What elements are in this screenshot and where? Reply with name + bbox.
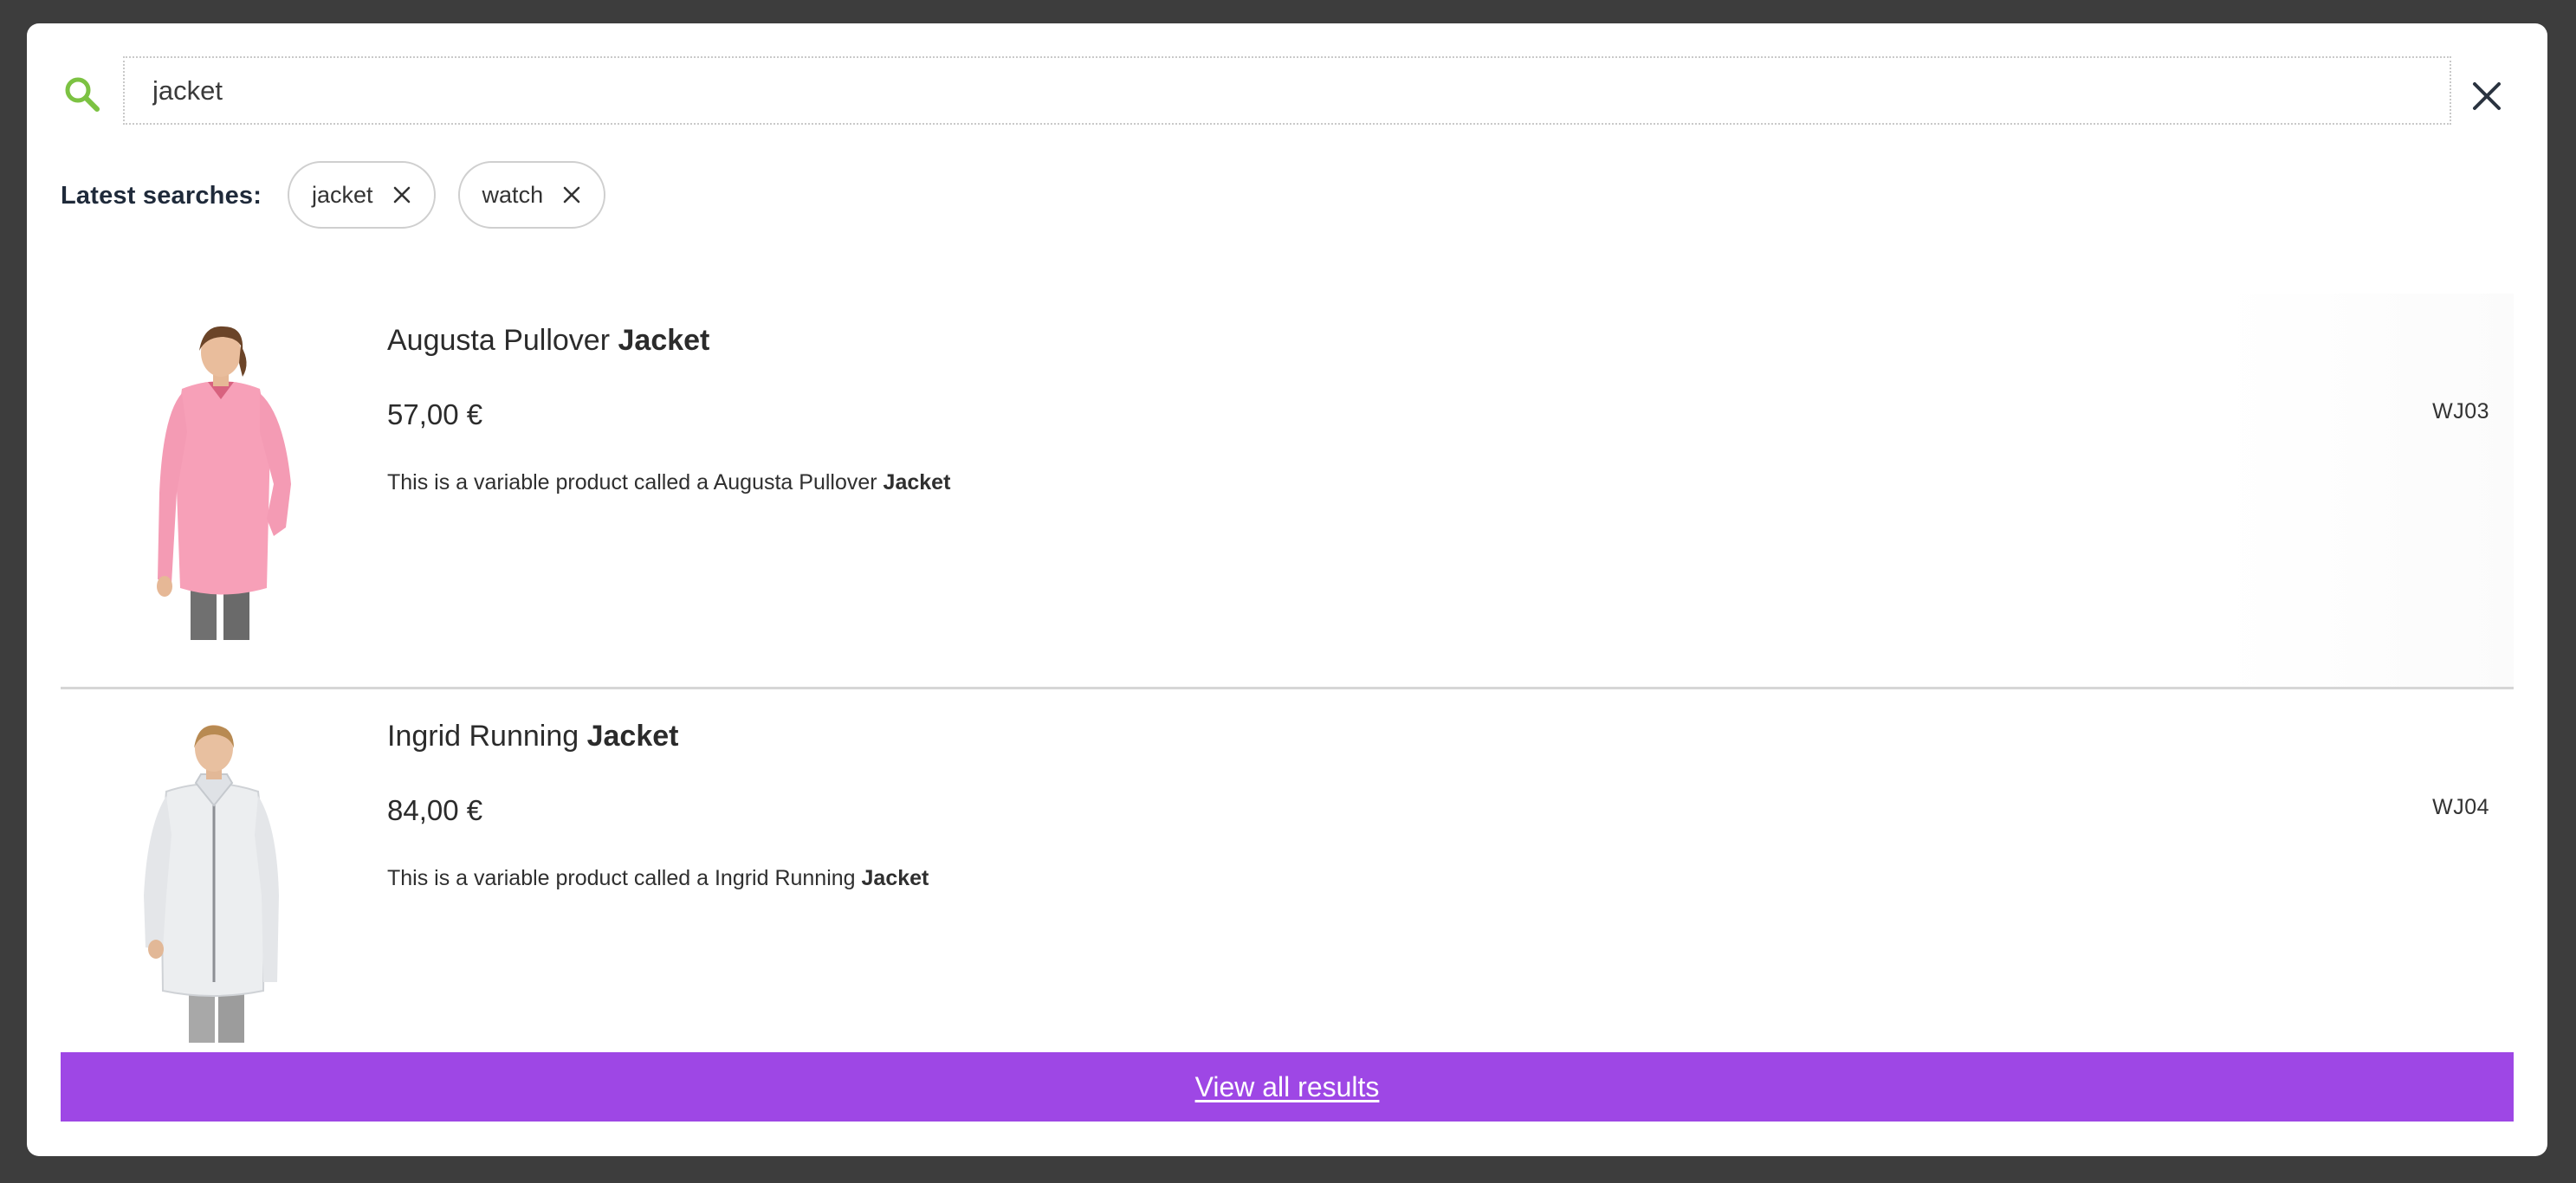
title-text: Augusta Pullover bbox=[387, 324, 611, 357]
result-sku: WJ03 bbox=[2432, 399, 2489, 423]
latest-searches-chips: jacket watch bbox=[288, 161, 606, 229]
product-image bbox=[113, 722, 312, 1043]
search-icon bbox=[61, 74, 103, 115]
title-match: Jacket bbox=[618, 324, 710, 357]
description-match: Jacket bbox=[861, 866, 929, 890]
close-icon bbox=[2473, 82, 2501, 110]
result-sku: WJ04 bbox=[2432, 795, 2489, 819]
description-text: This is a variable product called a Ingr… bbox=[387, 866, 856, 890]
result-item[interactable]: Augusta Pullover Jacket 57,00 € This is … bbox=[61, 294, 2514, 689]
description-text: This is a variable product called a Augu… bbox=[387, 470, 877, 495]
result-title[interactable]: Augusta Pullover Jacket bbox=[387, 324, 709, 358]
remove-chip-icon[interactable] bbox=[562, 185, 581, 204]
chip-label: watch bbox=[482, 181, 544, 208]
title-match: Jacket bbox=[586, 720, 679, 753]
description-match: Jacket bbox=[883, 470, 951, 495]
result-description: This is a variable product called a Ingr… bbox=[387, 866, 929, 891]
result-title[interactable]: Ingrid Running Jacket bbox=[387, 720, 678, 753]
remove-chip-icon[interactable] bbox=[392, 185, 411, 204]
search-results: Augusta Pullover Jacket 57,00 € This is … bbox=[61, 294, 2514, 1077]
latest-search-chip-jacket[interactable]: jacket bbox=[288, 161, 436, 229]
title-text: Ingrid Running bbox=[387, 720, 579, 753]
result-price: 57,00 € bbox=[387, 398, 483, 430]
chip-label: jacket bbox=[312, 181, 373, 208]
view-all-results-label[interactable]: View all results bbox=[1195, 1071, 1380, 1103]
search-field[interactable] bbox=[123, 56, 2451, 125]
search-modal: Latest searches: jacket watch bbox=[27, 23, 2547, 1156]
product-image bbox=[121, 320, 320, 640]
search-input[interactable] bbox=[125, 58, 2450, 123]
close-button[interactable] bbox=[2456, 74, 2517, 119]
view-all-results-button[interactable]: View all results bbox=[61, 1052, 2514, 1122]
latest-search-chip-watch[interactable]: watch bbox=[457, 161, 606, 229]
result-description: This is a variable product called a Augu… bbox=[387, 470, 950, 495]
result-price: 84,00 € bbox=[387, 794, 483, 826]
latest-searches-label: Latest searches: bbox=[61, 182, 262, 210]
result-item[interactable]: Ingrid Running Jacket 84,00 € This is a … bbox=[61, 689, 2514, 1077]
